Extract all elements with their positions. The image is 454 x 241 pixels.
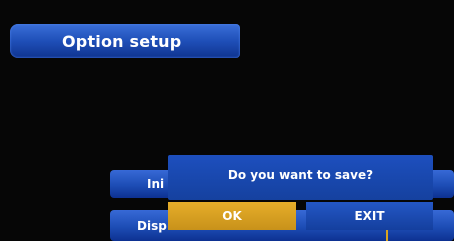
settings-screen: Option setup Ini Disp Do you want to sav… (0, 0, 454, 241)
menu-item-label: Disp (137, 219, 167, 233)
title-bar: Option setup (10, 24, 240, 58)
ok-button[interactable]: OK (168, 202, 296, 230)
menu-item-label: Ini (147, 177, 165, 191)
page-title: Option setup (62, 32, 182, 51)
exit-button[interactable]: EXIT (306, 202, 433, 230)
exit-button-label: EXIT (354, 209, 385, 223)
dialog-message: Do you want to save? (227, 168, 374, 182)
save-confirm-dialog: Do you want to save? (168, 155, 433, 200)
ok-button-label: OK (222, 209, 242, 223)
